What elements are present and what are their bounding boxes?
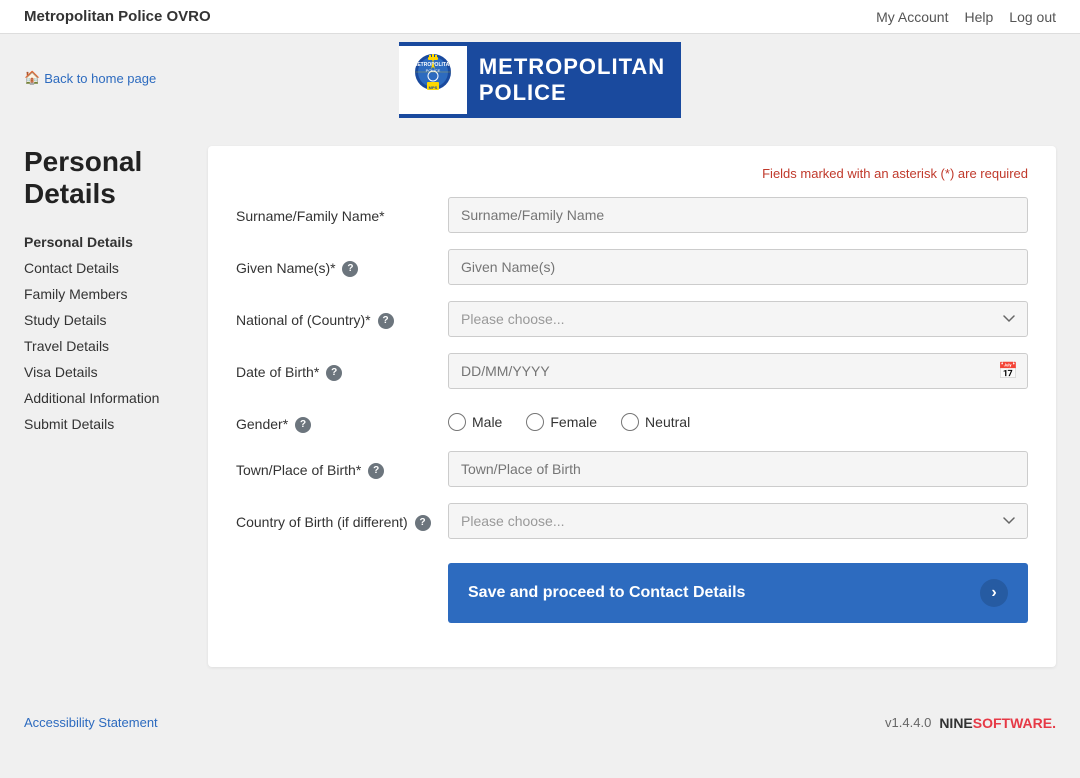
- sidebar-item-travel-details[interactable]: Travel Details: [24, 334, 184, 358]
- save-proceed-button[interactable]: Save and proceed to Contact Details ›: [448, 563, 1028, 623]
- logo: METROPOLITAN POLICE MPS METROPOLITAN POL…: [399, 42, 681, 118]
- version-label: v1.4.4.0: [885, 715, 931, 730]
- gender-neutral-option[interactable]: Neutral: [621, 413, 690, 431]
- save-btn-wrap: Save and proceed to Contact Details ›: [448, 555, 1028, 623]
- software-label: SOFTWARE.: [973, 715, 1056, 731]
- given-name-input[interactable]: [448, 249, 1028, 285]
- back-home-link[interactable]: 🏠 Back to home page: [24, 70, 156, 86]
- gender-female-label: Female: [550, 414, 597, 430]
- sidebar: Personal Details Personal Details Contac…: [24, 146, 184, 667]
- required-note: Fields marked with an asterisk (*) are r…: [236, 166, 1028, 181]
- town-control: [448, 451, 1028, 487]
- country-birth-help-icon[interactable]: ?: [415, 515, 431, 531]
- accessibility-link[interactable]: Accessibility Statement: [24, 715, 158, 730]
- gender-neutral-label: Neutral: [645, 414, 690, 430]
- gender-male-option[interactable]: Male: [448, 413, 502, 431]
- form-panel: Fields marked with an asterisk (*) are r…: [208, 146, 1056, 667]
- gender-male-radio[interactable]: [448, 413, 466, 431]
- dob-control: 📅: [448, 353, 1028, 389]
- country-birth-select[interactable]: Please choose...: [448, 503, 1028, 539]
- sidebar-item-study-details[interactable]: Study Details: [24, 308, 184, 332]
- calendar-icon[interactable]: 📅: [998, 361, 1018, 381]
- country-birth-group: Country of Birth (if different) ? Please…: [236, 503, 1028, 539]
- town-group: Town/Place of Birth* ?: [236, 451, 1028, 487]
- crest-svg: METROPOLITAN POLICE MPS: [409, 52, 457, 108]
- dob-label: Date of Birth* ?: [236, 353, 436, 383]
- dob-group: Date of Birth* ? 📅: [236, 353, 1028, 389]
- date-input-wrap: 📅: [448, 353, 1028, 389]
- sidebar-item-family-members[interactable]: Family Members: [24, 282, 184, 306]
- top-nav: Metropolitan Police OVRO My Account Help…: [0, 0, 1080, 34]
- save-button-group: Save and proceed to Contact Details ›: [236, 555, 1028, 623]
- sidebar-nav: Personal Details Contact Details Family …: [24, 230, 184, 436]
- help-link[interactable]: Help: [964, 9, 993, 25]
- gender-radio-group: Male Female Neutral: [448, 405, 1028, 431]
- gender-label: Gender* ?: [236, 405, 436, 435]
- gender-help-icon[interactable]: ?: [295, 417, 311, 433]
- gender-control: Male Female Neutral: [448, 405, 1028, 431]
- brand-name: Metropolitan Police OVRO: [24, 8, 211, 25]
- nationality-group: National of (Country)* ? Please choose..…: [236, 301, 1028, 337]
- given-name-help-icon[interactable]: ?: [342, 261, 358, 277]
- logout-link[interactable]: Log out: [1009, 9, 1056, 25]
- gender-female-radio[interactable]: [526, 413, 544, 431]
- nine-software-brand: NINESOFTWARE.: [939, 715, 1056, 731]
- sidebar-item-personal-details[interactable]: Personal Details: [24, 230, 184, 254]
- logo-line1: METROPOLITAN: [479, 54, 665, 80]
- back-home-label: Back to home page: [44, 71, 156, 86]
- sidebar-item-submit-details[interactable]: Submit Details: [24, 412, 184, 436]
- main-layout: Personal Details Personal Details Contac…: [0, 122, 1080, 691]
- town-help-icon[interactable]: ?: [368, 463, 384, 479]
- logo-text: METROPOLITAN POLICE: [467, 54, 665, 107]
- home-icon: 🏠: [24, 70, 40, 86]
- nine-label: NINE: [939, 715, 972, 731]
- nationality-control: Please choose...: [448, 301, 1028, 337]
- gender-female-option[interactable]: Female: [526, 413, 597, 431]
- dob-help-icon[interactable]: ?: [326, 365, 342, 381]
- surname-control: [448, 197, 1028, 233]
- save-proceed-arrow-icon: ›: [980, 579, 1008, 607]
- dob-input[interactable]: [448, 353, 1028, 389]
- nav-links: My Account Help Log out: [876, 9, 1056, 25]
- sidebar-item-visa-details[interactable]: Visa Details: [24, 360, 184, 384]
- surname-group: Surname/Family Name*: [236, 197, 1028, 233]
- logo-line2: POLICE: [479, 80, 665, 106]
- gender-group: Gender* ? Male Female Neutral: [236, 405, 1028, 435]
- given-name-group: Given Name(s)* ?: [236, 249, 1028, 285]
- country-birth-control: Please choose...: [448, 503, 1028, 539]
- nationality-label: National of (Country)* ?: [236, 301, 436, 331]
- town-input[interactable]: [448, 451, 1028, 487]
- header-band: 🏠 Back to home page METROPOLITAN POLICE …: [0, 34, 1080, 122]
- logo-crest: METROPOLITAN POLICE MPS: [399, 46, 467, 114]
- nationality-select[interactable]: Please choose...: [448, 301, 1028, 337]
- page-title: Personal Details: [24, 146, 184, 210]
- gender-neutral-radio[interactable]: [621, 413, 639, 431]
- nationality-help-icon[interactable]: ?: [378, 313, 394, 329]
- save-proceed-label: Save and proceed to Contact Details: [468, 584, 745, 602]
- given-name-label: Given Name(s)* ?: [236, 249, 436, 279]
- town-label: Town/Place of Birth* ?: [236, 451, 436, 481]
- sidebar-item-contact-details[interactable]: Contact Details: [24, 256, 184, 280]
- surname-input[interactable]: [448, 197, 1028, 233]
- country-birth-label: Country of Birth (if different) ?: [236, 503, 436, 533]
- footer-right: v1.4.4.0 NINESOFTWARE.: [885, 715, 1056, 731]
- gender-male-label: Male: [472, 414, 502, 430]
- svg-text:MPS: MPS: [428, 85, 437, 90]
- footer: Accessibility Statement v1.4.4.0 NINESOF…: [0, 699, 1080, 747]
- sidebar-item-additional-information[interactable]: Additional Information: [24, 386, 184, 410]
- surname-label: Surname/Family Name*: [236, 197, 436, 227]
- my-account-link[interactable]: My Account: [876, 9, 948, 25]
- given-name-control: [448, 249, 1028, 285]
